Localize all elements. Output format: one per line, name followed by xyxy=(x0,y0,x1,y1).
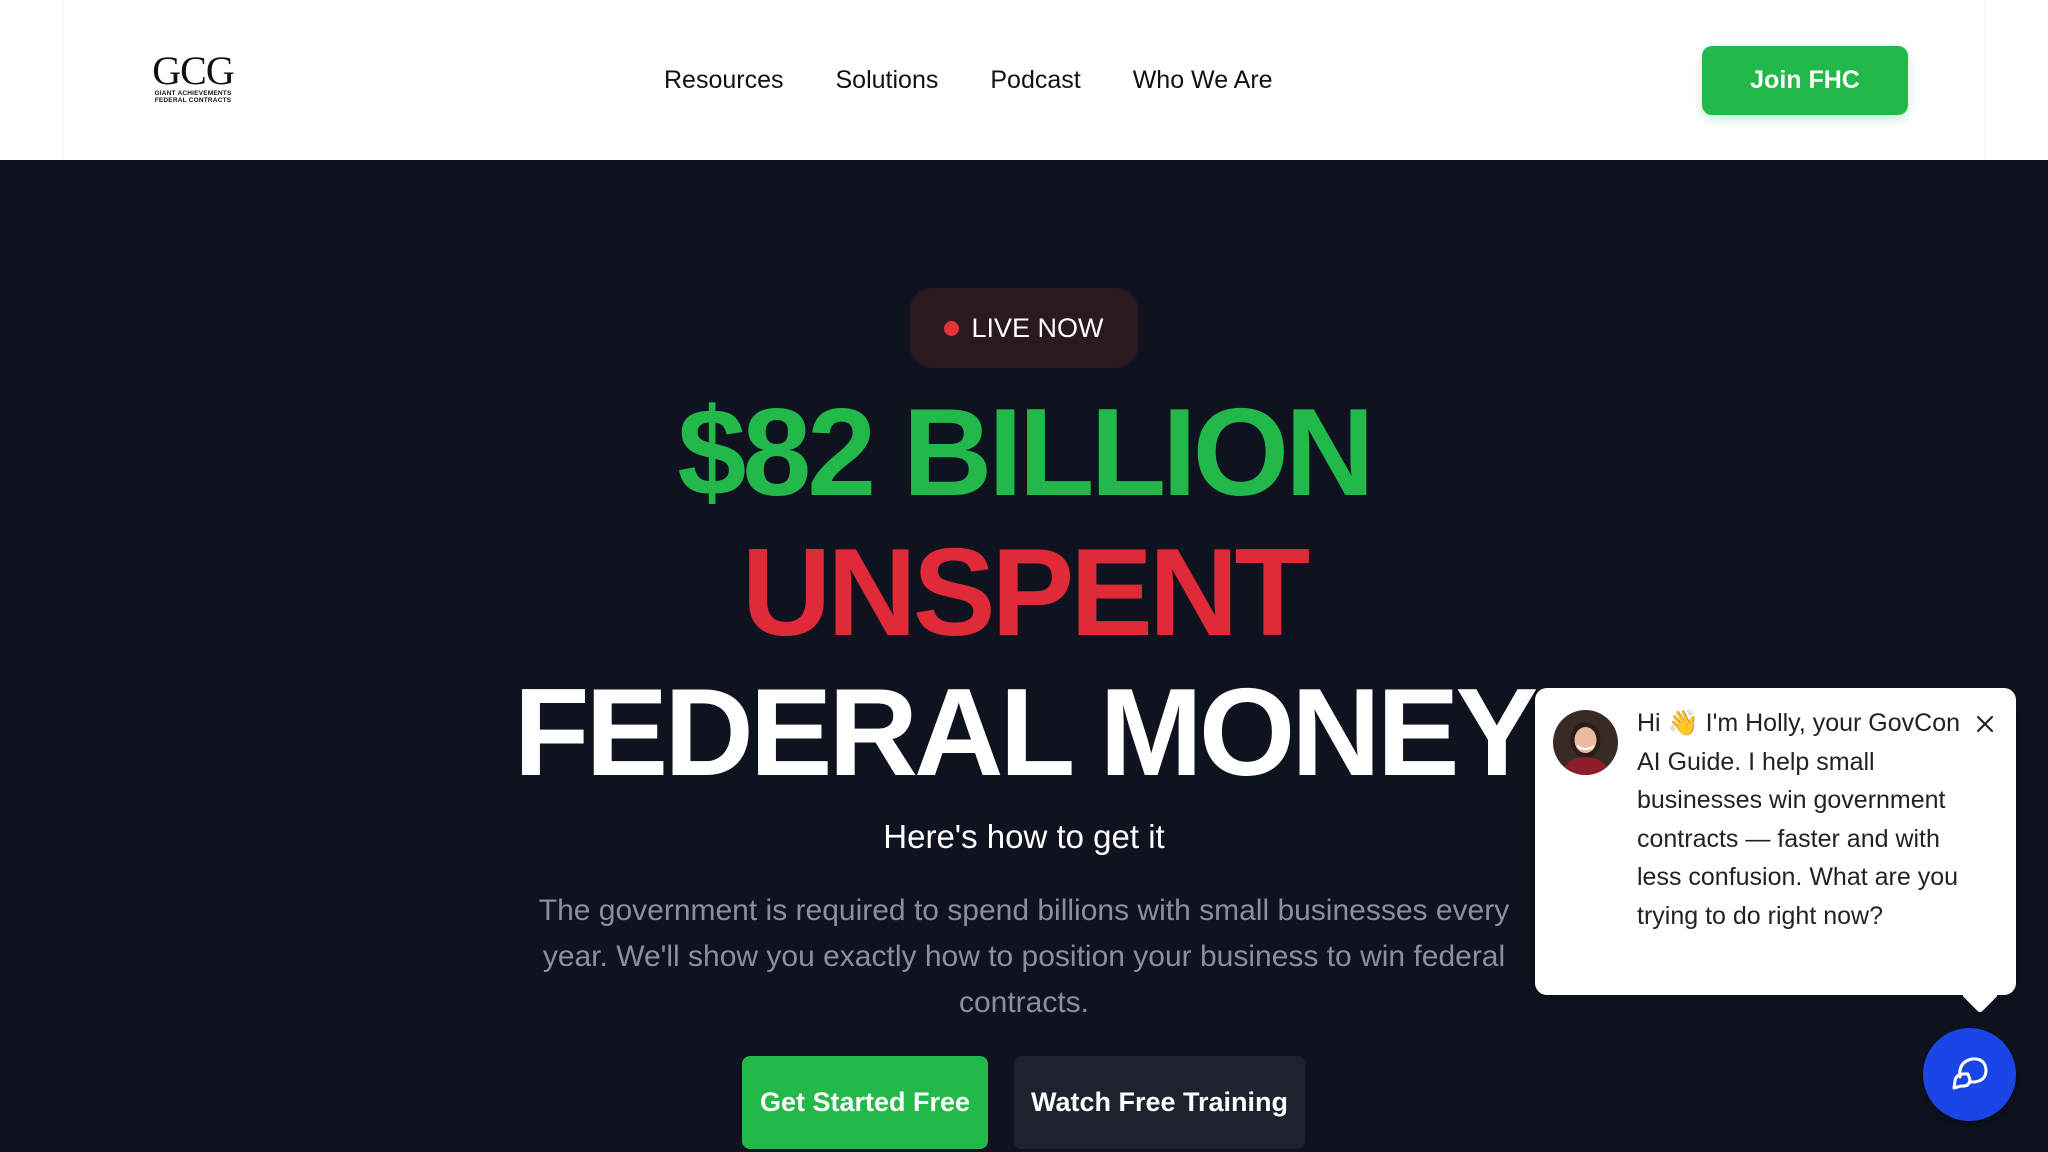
headline-amount: $82 BILLION xyxy=(677,384,1374,522)
nav-item-podcast[interactable]: Podcast xyxy=(990,66,1080,95)
logo-subtitle-line1: GIANT ACHIEVEMENTS xyxy=(154,90,232,97)
join-fhc-button[interactable]: Join FHC xyxy=(1702,46,1908,115)
site-logo[interactable]: GCG GIANT ACHIEVEMENTS FEDERAL CONTRACTS xyxy=(148,48,238,106)
chat-launcher-button[interactable] xyxy=(1923,1028,2016,1121)
logo-subtitle-line2: FEDERAL CONTRACTS xyxy=(154,97,232,104)
get-started-free-button[interactable]: Get Started Free xyxy=(742,1056,988,1149)
live-now-badge: LIVE NOW xyxy=(910,288,1138,368)
site-header: GCG GIANT ACHIEVEMENTS FEDERAL CONTRACTS… xyxy=(64,0,1984,160)
live-badge-label: LIVE NOW xyxy=(971,312,1104,343)
main-nav: Resources Solutions Podcast Who We Are xyxy=(664,0,1273,160)
hero-description: The government is required to spend bill… xyxy=(538,894,1510,1019)
nav-item-solutions[interactable]: Solutions xyxy=(836,66,939,95)
chat-bubble-icon xyxy=(1948,1050,1992,1099)
avatar xyxy=(1553,710,1618,775)
chat-greeting-bubble[interactable]: Hi 👋 I'm Holly, your GovCon AI Guide. I … xyxy=(1535,688,2016,995)
nav-item-resources[interactable]: Resources xyxy=(664,66,784,95)
close-icon[interactable] xyxy=(1973,712,1997,736)
chat-message: Hi 👋 I'm Holly, your GovCon AI Guide. I … xyxy=(1637,709,1961,930)
watch-free-training-button[interactable]: Watch Free Training xyxy=(1014,1056,1305,1149)
logo-mark: GCG xyxy=(152,48,234,93)
live-dot-icon xyxy=(944,320,960,336)
headline-unspent: UNSPENT xyxy=(741,524,1311,662)
hero-section: LIVE NOW $82 BILLION UNSPENT FEDERAL MON… xyxy=(0,160,2048,1152)
nav-item-who-we-are[interactable]: Who We Are xyxy=(1133,66,1273,95)
